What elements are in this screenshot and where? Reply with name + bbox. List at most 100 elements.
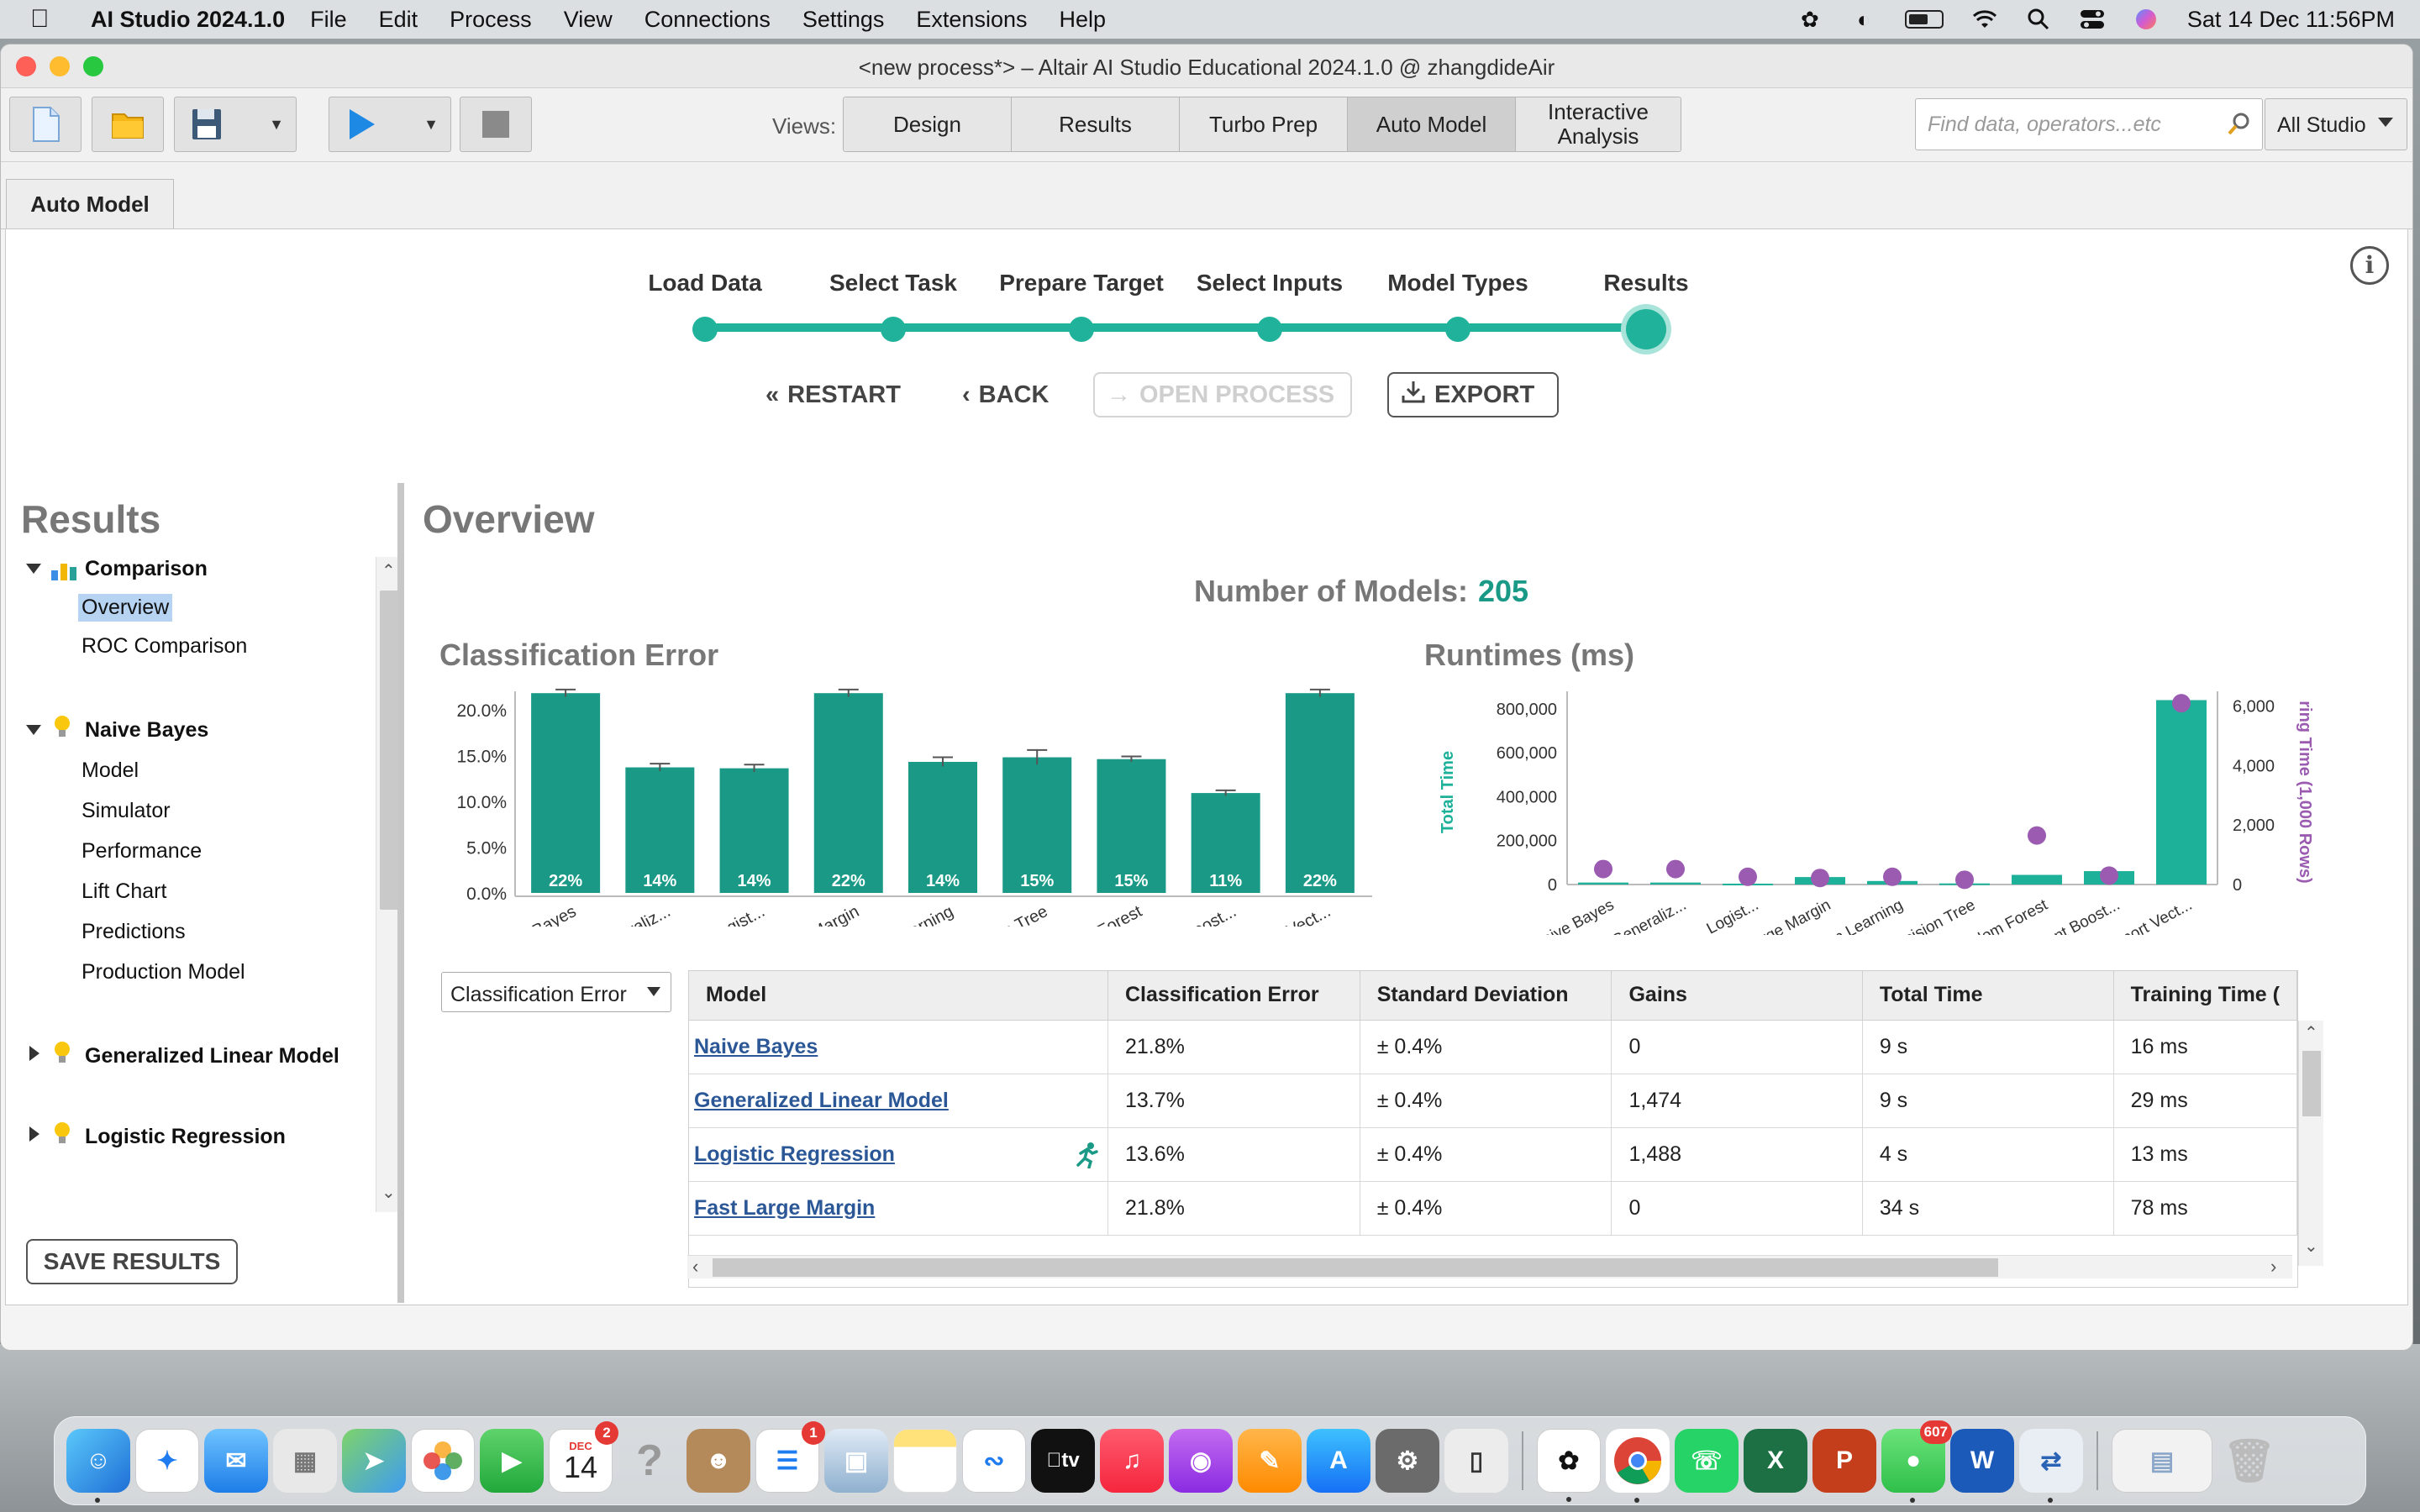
model-link[interactable]: Generalized Linear Model: [694, 1089, 949, 1112]
bar-0[interactable]: [531, 693, 601, 893]
column-header-total-time[interactable]: Total Time: [1862, 971, 2114, 1021]
cell-training-time[interactable]: 78 ms: [2113, 1181, 2297, 1236]
tree-group-comparison[interactable]: Comparison: [85, 557, 208, 581]
menu-connections[interactable]: Connections: [644, 7, 771, 33]
siri-icon[interactable]: [2133, 8, 2159, 30]
dock-downloads-stack[interactable]: ▤: [2112, 1429, 2212, 1493]
menubar-datetime[interactable]: Sat 14 Dec 11:56PM: [2187, 7, 2395, 33]
scroll-left-icon[interactable]: ‹: [692, 1256, 698, 1278]
apple-menu-icon[interactable]: : [30, 5, 64, 34]
info-icon[interactable]: i: [2350, 246, 2389, 285]
dock-tv[interactable]: tv: [1031, 1429, 1095, 1493]
scroll-right-icon[interactable]: ›: [2270, 1256, 2276, 1278]
restart-button[interactable]: « RESTART: [754, 372, 913, 417]
tree-item-predictions[interactable]: Predictions: [82, 920, 186, 944]
view-auto-model-button[interactable]: Auto Model: [1348, 97, 1516, 151]
column-header-classification-error[interactable]: Classification Error: [1107, 971, 1360, 1021]
dock-contacts[interactable]: ☻: [687, 1429, 750, 1493]
tree-item-production-model[interactable]: Production Model: [82, 960, 245, 984]
new-process-button[interactable]: [9, 97, 82, 152]
training-time-point-1[interactable]: [1666, 859, 1685, 879]
wizard-step-select-task[interactable]: Select Task: [799, 270, 987, 342]
bar-3[interactable]: [813, 693, 883, 893]
runtime-bar-0[interactable]: [1578, 882, 1628, 885]
scroll-down-icon[interactable]: ⌄: [381, 1182, 396, 1203]
wizard-step-prepare-target[interactable]: Prepare Target: [987, 270, 1176, 342]
table-vscroll-thumb[interactable]: [2302, 1051, 2321, 1116]
training-time-point-2[interactable]: [1739, 867, 1757, 886]
table-vertical-scrollbar[interactable]: ⌃ ⌄: [2298, 1021, 2323, 1266]
cell-gains[interactable]: 0: [1611, 1181, 1863, 1236]
dock-word[interactable]: W: [1950, 1429, 2014, 1493]
save-results-button[interactable]: SAVE RESULTS: [26, 1239, 238, 1284]
dock-mail[interactable]: ✉: [204, 1429, 268, 1493]
column-header-model[interactable]: Model: [689, 971, 1108, 1021]
model-link[interactable]: Logistic Regression: [694, 1142, 895, 1166]
cell-gains[interactable]: 1,474: [1611, 1074, 1863, 1128]
tree-item-simulator[interactable]: Simulator: [82, 799, 171, 823]
dock-trash[interactable]: 🗑: [2217, 1429, 2281, 1493]
expand-toggle-naive-bayes[interactable]: [26, 725, 41, 735]
table-row[interactable]: Fast Large Margin 21.8% ± 0.4% 0 34 s 78 ms: [689, 1181, 2297, 1236]
scroll-up-icon[interactable]: ⌃: [381, 560, 396, 581]
table-row[interactable]: Logistic Regression 13.6% ± 0.4% 1,488 4 s 13…: [689, 1127, 2297, 1182]
cell-total-time[interactable]: 4 s: [1862, 1127, 2114, 1182]
metric-select[interactable]: Classification Error: [441, 972, 671, 1012]
dock-notes[interactable]: [893, 1429, 957, 1493]
dock-app-store[interactable]: A: [1307, 1429, 1370, 1493]
dock-excel[interactable]: X: [1744, 1429, 1807, 1493]
tree-item-overview[interactable]: Overview: [78, 594, 173, 622]
dock-freeform[interactable]: ∾: [962, 1429, 1026, 1493]
training-time-point-3[interactable]: [1811, 869, 1829, 888]
scroll-up-icon[interactable]: ⌃: [2304, 1022, 2318, 1043]
dock-maps[interactable]: ➤: [342, 1429, 406, 1493]
dock-ai-studio[interactable]: ⇄: [2019, 1429, 2083, 1503]
tree-item-model[interactable]: Model: [82, 759, 139, 783]
cell-total-time[interactable]: 34 s: [1862, 1181, 2114, 1236]
menu-file[interactable]: File: [310, 7, 347, 33]
training-time-point-6[interactable]: [2028, 826, 2046, 845]
bar-8[interactable]: [1285, 693, 1355, 893]
sync-status-icon[interactable]: ◐: [1851, 7, 1876, 32]
dock-messages[interactable]: ● 607: [1881, 1420, 1952, 1503]
expand-toggle-comparison[interactable]: [26, 564, 41, 574]
column-header-gains[interactable]: Gains: [1611, 971, 1863, 1021]
search-icon[interactable]: [2227, 111, 2252, 136]
dock-system-settings[interactable]: ⚙: [1376, 1429, 1439, 1493]
tree-group-generalized-linear-model[interactable]: Generalized Linear Model: [85, 1044, 339, 1068]
app-menu-name[interactable]: AI Studio 2024.1.0: [91, 7, 285, 33]
tree-item-performance[interactable]: Performance: [82, 839, 202, 864]
dock-whatsapp[interactable]: ☏: [1675, 1429, 1739, 1493]
wizard-step-model-types[interactable]: Model Types: [1364, 270, 1552, 342]
dock-chrome[interactable]: [1606, 1429, 1670, 1503]
scroll-down-icon[interactable]: ⌄: [2304, 1236, 2318, 1257]
menu-edit[interactable]: Edit: [379, 7, 418, 33]
dock-photos[interactable]: [411, 1429, 475, 1493]
battery-icon[interactable]: [1904, 10, 1944, 29]
runtime-bar-1[interactable]: [1650, 882, 1701, 885]
dock-iphone-mirroring[interactable]: ▯: [1444, 1429, 1508, 1493]
tree-item-roc-comparison[interactable]: ROC Comparison: [82, 634, 247, 659]
menu-view[interactable]: View: [564, 7, 613, 33]
tree-item-lift-chart[interactable]: Lift Chart: [82, 879, 166, 904]
expand-toggle-logistic-regression[interactable]: [29, 1126, 39, 1142]
cell-gains[interactable]: 1,488: [1611, 1127, 1863, 1182]
view-turbo-prep-button[interactable]: Turbo Prep: [1180, 97, 1348, 151]
menu-help[interactable]: Help: [1059, 7, 1106, 33]
table-hscroll-thumb[interactable]: [713, 1258, 1998, 1277]
cell-classification-error[interactable]: 13.7%: [1107, 1074, 1360, 1128]
dock-reminders[interactable]: ☰ 1: [755, 1421, 825, 1493]
cell-training-time[interactable]: 29 ms: [2113, 1074, 2297, 1128]
cell-total-time[interactable]: 9 s: [1862, 1074, 2114, 1128]
table-horizontal-scrollbar[interactable]: ‹ ›: [687, 1255, 2292, 1278]
panel-splitter[interactable]: [397, 483, 404, 1303]
table-row[interactable]: Naive Bayes 21.8% ± 0.4% 0 9 s 16 ms: [689, 1020, 2297, 1074]
cell-standard-deviation[interactable]: ± 0.4%: [1360, 1181, 1612, 1236]
chatgpt-status-icon[interactable]: ✿: [1797, 7, 1823, 32]
menu-extensions[interactable]: Extensions: [916, 7, 1027, 33]
control-center-icon[interactable]: [2080, 8, 2105, 30]
cell-standard-deviation[interactable]: ± 0.4%: [1360, 1074, 1612, 1128]
dock-launchpad[interactable]: ▦: [273, 1429, 337, 1493]
cell-classification-error[interactable]: 13.6%: [1107, 1127, 1360, 1182]
dock-help[interactable]: ?: [618, 1429, 681, 1493]
